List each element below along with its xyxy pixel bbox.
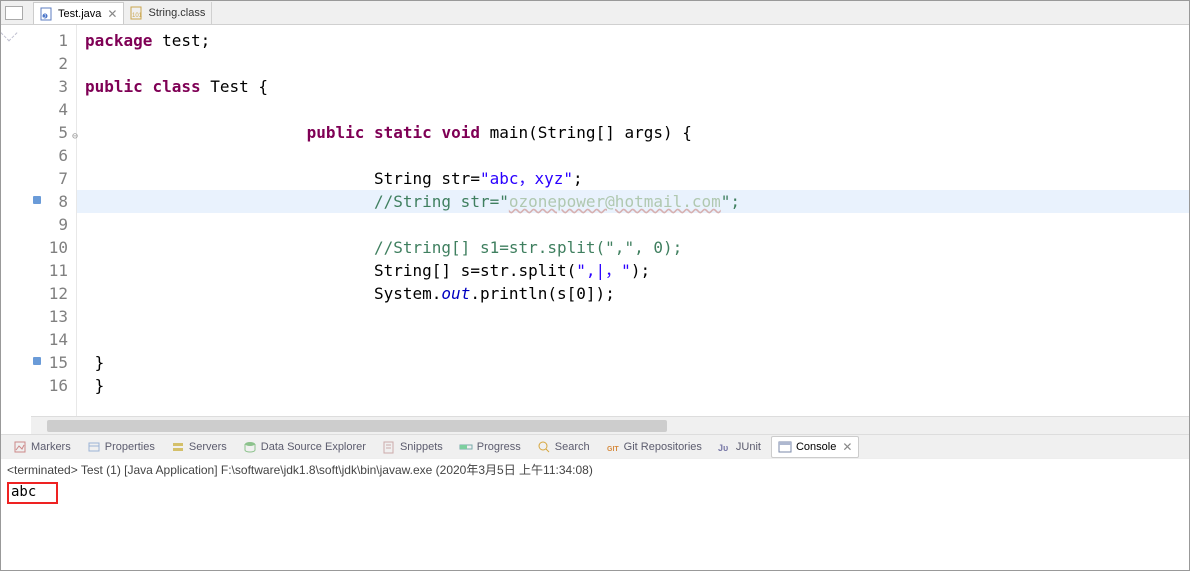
line-number[interactable]: 12 bbox=[31, 282, 76, 305]
line-number[interactable]: 2 bbox=[31, 52, 76, 75]
line-number[interactable]: 3 bbox=[31, 75, 76, 98]
line-number[interactable]: 1 bbox=[31, 29, 76, 52]
code-line[interactable]: public static void main(String[] args) { bbox=[77, 121, 1189, 144]
line-number[interactable]: 16 bbox=[31, 374, 76, 397]
view-tab-git-repositories[interactable]: GIT Git Repositories bbox=[600, 436, 708, 458]
view-tab-markers[interactable]: Markers bbox=[7, 436, 77, 458]
eclipse-editor-layout: J Test.java ✕ 101 String.class 12345⊖678… bbox=[1, 1, 1189, 570]
view-tab-progress[interactable]: Progress bbox=[453, 436, 527, 458]
code-line[interactable] bbox=[77, 213, 1189, 236]
svg-text:J: J bbox=[43, 14, 46, 20]
class-file-icon: 101 bbox=[130, 6, 144, 20]
view-tab-console[interactable]: Console ✕ bbox=[771, 436, 859, 458]
tab-string-class[interactable]: 101 String.class bbox=[124, 2, 212, 24]
line-number[interactable]: 15 bbox=[31, 351, 76, 374]
view-tab-label: Data Source Explorer bbox=[261, 441, 366, 453]
view-tab-label: Console bbox=[796, 441, 836, 453]
code-editor: 12345⊖678910111213141516 package test; p… bbox=[1, 25, 1189, 416]
snippets-icon bbox=[382, 440, 396, 454]
view-tab-data-source-explorer[interactable]: Data Source Explorer bbox=[237, 436, 372, 458]
code-line[interactable] bbox=[77, 328, 1189, 351]
code-line[interactable]: //String[] s1=str.split(",", 0); bbox=[77, 236, 1189, 259]
tab-label: Test.java bbox=[58, 8, 101, 20]
svg-text:101: 101 bbox=[132, 13, 143, 19]
code-line[interactable]: String str="abc，xyz"; bbox=[77, 167, 1189, 190]
properties-icon bbox=[87, 440, 101, 454]
code-line[interactable] bbox=[77, 98, 1189, 121]
tab-group-handle[interactable] bbox=[5, 6, 23, 20]
code-line[interactable]: String[] s=str.split(",|，"); bbox=[77, 259, 1189, 282]
code-line[interactable] bbox=[77, 305, 1189, 328]
editor-tabs: J Test.java ✕ 101 String.class bbox=[1, 1, 1189, 25]
line-number[interactable]: 4 bbox=[31, 98, 76, 121]
view-tab-label: Servers bbox=[189, 441, 227, 453]
view-tab-junit[interactable]: Jᴜ JUnit bbox=[712, 436, 767, 458]
junit-icon: Jᴜ bbox=[718, 440, 732, 454]
close-icon[interactable]: ✕ bbox=[107, 7, 117, 21]
view-tab-label: JUnit bbox=[736, 441, 761, 453]
code-line[interactable]: } bbox=[77, 374, 1189, 397]
markers-icon bbox=[13, 440, 27, 454]
console-output-line: abc bbox=[7, 482, 58, 504]
line-number[interactable]: 11 bbox=[31, 259, 76, 282]
view-tab-properties[interactable]: Properties bbox=[81, 436, 161, 458]
line-number[interactable]: 9 bbox=[31, 213, 76, 236]
line-number[interactable]: 8 bbox=[31, 190, 76, 213]
progress-icon bbox=[459, 440, 473, 454]
git-icon: GIT bbox=[606, 440, 620, 454]
code-line[interactable] bbox=[77, 144, 1189, 167]
view-tab-label: Progress bbox=[477, 441, 521, 453]
line-number[interactable]: 6 bbox=[31, 144, 76, 167]
view-tab-label: Markers bbox=[31, 441, 71, 453]
line-number[interactable]: 7 bbox=[31, 167, 76, 190]
view-tab-label: Snippets bbox=[400, 441, 443, 453]
view-tab-search[interactable]: Search bbox=[531, 436, 596, 458]
code-line[interactable]: public class Test { bbox=[77, 75, 1189, 98]
line-number[interactable]: 5⊖ bbox=[31, 121, 76, 144]
tab-label: String.class bbox=[148, 7, 205, 19]
horizontal-scrollbar[interactable] bbox=[31, 416, 1189, 434]
svg-text:Jᴜ: Jᴜ bbox=[718, 443, 728, 453]
datasource-icon bbox=[243, 440, 257, 454]
svg-text:GIT: GIT bbox=[607, 446, 619, 453]
folding-ruler-icon bbox=[1, 25, 17, 41]
java-file-icon: J bbox=[40, 7, 54, 21]
console-output[interactable]: abc bbox=[1, 480, 1189, 570]
code-line[interactable]: package test; bbox=[77, 29, 1189, 52]
view-tab-servers[interactable]: Servers bbox=[165, 436, 233, 458]
scrollbar-thumb[interactable] bbox=[47, 420, 667, 432]
servers-icon bbox=[171, 440, 185, 454]
code-line[interactable] bbox=[77, 52, 1189, 75]
search-icon bbox=[537, 440, 551, 454]
code-line[interactable]: } bbox=[77, 351, 1189, 374]
view-tab-snippets[interactable]: Snippets bbox=[376, 436, 449, 458]
line-number[interactable]: 13 bbox=[31, 305, 76, 328]
code-line[interactable]: System.out.println(s[0]); bbox=[77, 282, 1189, 305]
line-number[interactable]: 10 bbox=[31, 236, 76, 259]
console-status: <terminated> Test (1) [Java Application]… bbox=[1, 458, 1189, 480]
tab-test-java[interactable]: J Test.java ✕ bbox=[33, 2, 124, 24]
close-icon[interactable]: ✕ bbox=[842, 440, 852, 454]
bottom-views-tabs: Markers Properties Servers Data Source Expl… bbox=[1, 434, 1189, 458]
view-tab-label: Search bbox=[555, 441, 590, 453]
line-number-gutter[interactable]: 12345⊖678910111213141516 bbox=[31, 25, 77, 416]
view-tab-label: Git Repositories bbox=[624, 441, 702, 453]
view-tab-label: Properties bbox=[105, 441, 155, 453]
console-icon bbox=[778, 440, 792, 454]
line-number[interactable]: 14 bbox=[31, 328, 76, 351]
code-line[interactable]: //String str="ozonepower@hotmail.com"; bbox=[77, 190, 1189, 213]
code-text-area[interactable]: package test; public class Test { public… bbox=[77, 25, 1189, 416]
